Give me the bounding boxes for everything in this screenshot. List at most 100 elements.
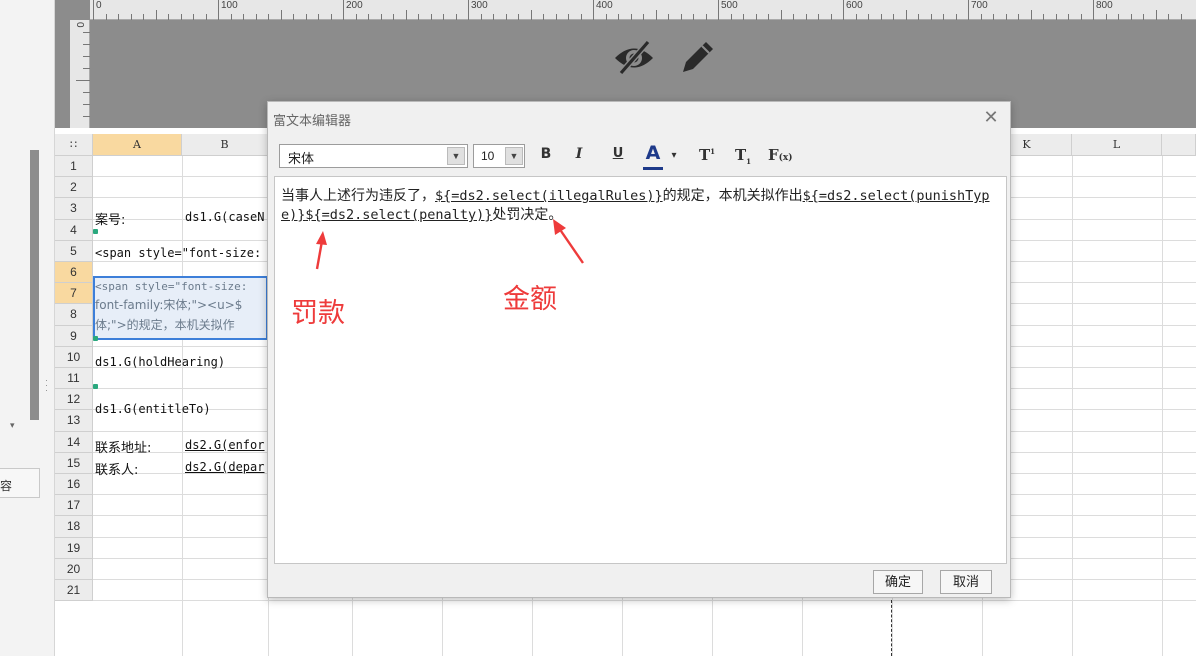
ruler-minor-tick (1018, 14, 1019, 20)
close-icon[interactable]: ✕ (980, 106, 1002, 128)
chevron-down-icon[interactable]: ▼ (447, 147, 465, 165)
ruler-label: 200 (346, 0, 363, 11)
bold-button[interactable]: B (538, 146, 554, 166)
vertical-ruler-label: 0 (74, 22, 85, 28)
ruler-minor-tick (918, 14, 919, 20)
row-header[interactable]: 2 (55, 177, 93, 199)
row-header[interactable]: 21 (55, 580, 93, 602)
row-header[interactable]: 19 (55, 537, 93, 559)
row-header[interactable]: 11 (55, 368, 93, 390)
ruler-minor-tick (143, 14, 144, 20)
row-header[interactable]: 4 (55, 219, 93, 241)
ruler-minor-tick (193, 14, 194, 20)
left-panel (0, 0, 55, 656)
drag-handle-icon[interactable]: · · · (45, 376, 48, 395)
cell-a6-line2[interactable]: font-family:宋体;"><u>$ (95, 296, 267, 313)
ruler-minor-tick (743, 14, 744, 20)
row-header[interactable]: 16 (55, 474, 93, 496)
font-color-button[interactable]: A (643, 142, 663, 164)
font-family-select[interactable]: 宋体 ▼ (279, 144, 468, 168)
row-header[interactable]: 12 (55, 389, 93, 411)
ruler-minor-tick (780, 10, 782, 20)
row-header[interactable]: 6 (55, 262, 93, 284)
ruler-minor-tick (268, 14, 269, 20)
ruler-minor-tick (130, 14, 132, 20)
ruler-minor-tick (280, 10, 282, 20)
cell-a3[interactable]: 案号: (95, 209, 125, 228)
italic-button[interactable]: I (571, 146, 587, 166)
ruler-major-tick (468, 0, 469, 20)
row-header[interactable]: 3 (55, 198, 93, 220)
ruler-minor-tick (1043, 14, 1044, 20)
formula-button[interactable]: F(x) (768, 146, 793, 166)
select-all-corner[interactable]: ∷ (55, 134, 93, 156)
left-panel-tab[interactable]: 容 (0, 468, 40, 498)
cell-b3[interactable]: ds1.G(caseN (185, 210, 264, 224)
column-header-l[interactable]: L (1072, 134, 1162, 156)
row-header[interactable]: 13 (55, 410, 93, 432)
ruler-minor-tick (180, 14, 182, 20)
column-header-b[interactable]: B (182, 134, 268, 156)
row-header[interactable]: 9 (55, 325, 93, 347)
ruler-minor-tick (430, 14, 432, 20)
horizontal-ruler: 0 100 200 300 400 500 600 700 800 (90, 0, 1196, 20)
row-header[interactable]: 10 (55, 346, 93, 368)
cell-a6-line1[interactable]: <span style="font-size: (95, 280, 267, 293)
rich-text-content-area[interactable]: 当事人上述行为违反了，${=ds2.select(illegalRules)}的… (274, 176, 1007, 564)
ruler-minor-tick (705, 14, 707, 20)
ruler-minor-tick (76, 80, 90, 81)
row-header[interactable]: 15 (55, 452, 93, 474)
template-field-penalty[interactable]: ${=ds2.select(penalty)} (305, 207, 492, 223)
row-header[interactable]: 5 (55, 240, 93, 262)
ruler-label: 0 (96, 0, 102, 11)
font-size-select[interactable]: 10 ▼ (473, 144, 525, 168)
superscript-button[interactable]: T1 (698, 146, 716, 166)
eye-off-icon[interactable] (612, 37, 656, 77)
grid-row-line (93, 600, 1196, 602)
row-header[interactable]: 8 (55, 304, 93, 326)
ruler-minor-tick (905, 10, 907, 20)
row-header[interactable]: 14 (55, 431, 93, 453)
ok-button[interactable]: 确定 (873, 570, 923, 594)
editor-text-run: 的规定，本机关拟作出 (662, 188, 803, 204)
ruler-minor-tick (318, 14, 319, 20)
cell-a4-a5[interactable]: <span style="font-size: (95, 246, 267, 260)
cancel-button[interactable]: 取消 (940, 570, 992, 594)
cell-marker (93, 229, 98, 234)
editor-toolbar: 宋体 ▼ 10 ▼ B I U A ▾ T1 T1 F(x) (268, 136, 1010, 174)
row-header[interactable]: 18 (55, 516, 93, 538)
ruler-minor-tick (880, 14, 882, 20)
row-header[interactable]: 7 (55, 283, 93, 305)
ruler-minor-tick (83, 44, 90, 45)
cell-b13[interactable]: ds2.G(depar (185, 460, 267, 474)
left-panel-scrollbar[interactable] (30, 150, 39, 420)
subscript-button[interactable]: T1 (734, 146, 752, 166)
subscript-label: T (734, 146, 747, 164)
row-header[interactable]: 17 (55, 495, 93, 517)
cell-a10-a11[interactable]: ds1.G(entitleTo) (95, 402, 211, 416)
cell-a12[interactable]: 联系地址: (95, 437, 151, 456)
row-header[interactable]: 1 (55, 156, 93, 178)
column-header-a[interactable]: A (93, 134, 182, 156)
editor-text[interactable]: 当事人上述行为违反了，${=ds2.select(illegalRules)}的… (281, 187, 993, 225)
chevron-down-icon[interactable]: ▾ (668, 150, 680, 170)
chevron-down-icon[interactable]: ▾ (10, 420, 15, 431)
ruler-minor-tick (1168, 14, 1169, 20)
column-header-m[interactable] (1162, 134, 1196, 156)
ruler-minor-tick (505, 14, 507, 20)
template-field-illegal-rules[interactable]: ${=ds2.select(illegalRules)} (435, 188, 663, 204)
cell-a13[interactable]: 联系人: (95, 459, 138, 478)
ruler-minor-tick (993, 14, 994, 20)
ruler-minor-tick (105, 14, 107, 20)
cell-marker (93, 336, 98, 341)
ruler-minor-tick (955, 14, 957, 20)
chevron-down-icon[interactable]: ▼ (505, 147, 523, 165)
cell-b12[interactable]: ds2.G(enfor (185, 438, 267, 452)
cell-a8-a9[interactable]: ds1.G(holdHearing) (95, 355, 225, 369)
editor-text-run: 当事人上述行为违反了， (281, 188, 435, 204)
row-header[interactable]: 20 (55, 558, 93, 580)
cell-a7-line3[interactable]: 体;">的规定，本机关拟作 (95, 316, 267, 333)
font-color-swatch (643, 167, 663, 170)
pencil-icon[interactable] (678, 37, 718, 77)
underline-button[interactable]: U (610, 146, 626, 166)
